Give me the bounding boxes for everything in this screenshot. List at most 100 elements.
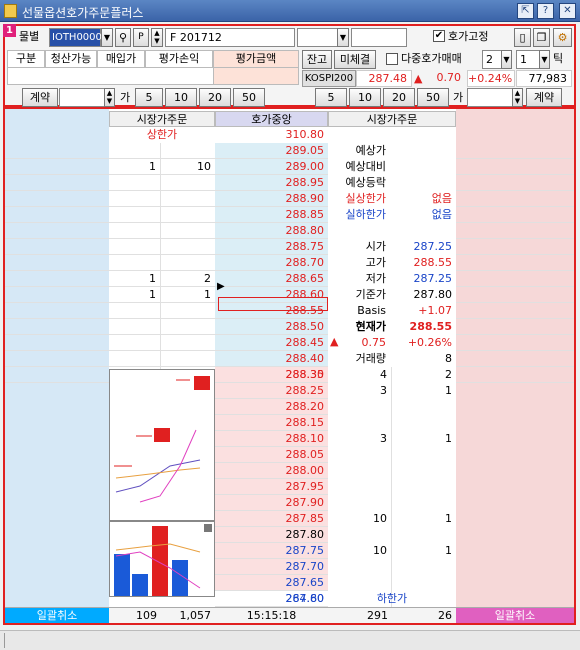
ask-price[interactable]: 289.05 xyxy=(215,143,328,159)
bid-price[interactable]: 287.90 xyxy=(215,495,328,511)
ask-left-qty[interactable] xyxy=(109,303,161,319)
bid-right-qty[interactable] xyxy=(328,527,392,543)
qty-a-dropdown-icon[interactable]: ▼ xyxy=(501,50,512,69)
multi-order-checkbox[interactable] xyxy=(386,53,398,65)
right-qty-10-button[interactable]: 10 xyxy=(349,88,381,107)
bid-right-qty[interactable] xyxy=(328,399,392,415)
left-contract-button[interactable]: 계약 xyxy=(22,88,58,107)
ask-left-count[interactable]: 10 xyxy=(161,159,215,175)
right-qty-20-button[interactable]: 20 xyxy=(383,88,415,107)
right-contract-button[interactable]: 계약 xyxy=(526,88,562,107)
ask-left-qty[interactable] xyxy=(109,207,161,223)
bid-right-qty[interactable] xyxy=(328,479,392,495)
bid-right-count[interactable] xyxy=(392,463,456,479)
account-dropdown-icon[interactable]: ▼ xyxy=(101,28,113,47)
bid-price[interactable]: 287.85 xyxy=(215,511,328,527)
bid-right-count[interactable] xyxy=(392,575,456,591)
bid-right-qty[interactable] xyxy=(328,575,392,591)
bid-right-count[interactable]: 1 xyxy=(392,511,456,527)
ask-price[interactable]: 288.45 xyxy=(215,335,328,351)
bid-right-qty[interactable] xyxy=(328,495,392,511)
pin-button[interactable]: ⇱ xyxy=(517,3,534,19)
left-qty-spin-icon[interactable]: ▲ ▼ xyxy=(104,88,115,107)
prev-symbol-icon[interactable]: P xyxy=(133,28,149,47)
bid-right-qty[interactable] xyxy=(328,463,392,479)
ask-left-qty[interactable]: 1 xyxy=(109,271,161,287)
quote-lock-checkbox[interactable]: ✔ xyxy=(433,30,445,42)
bid-right-count[interactable] xyxy=(392,447,456,463)
ask-left-qty[interactable] xyxy=(109,223,161,239)
bid-right-qty[interactable]: 4 xyxy=(328,367,392,383)
left-market-order-header[interactable]: 시장가주문 xyxy=(109,111,215,127)
ask-left-qty[interactable]: 1 xyxy=(109,159,161,175)
bid-price[interactable]: 288.15 xyxy=(215,415,328,431)
symbol-dropdown-icon[interactable]: ▼ xyxy=(337,28,349,47)
copy-icon[interactable]: ❐ xyxy=(533,28,550,47)
bid-price[interactable]: 288.00 xyxy=(215,463,328,479)
balance-button[interactable]: 잔고 xyxy=(302,50,332,69)
ask-price[interactable]: 288.75 xyxy=(215,239,328,255)
expand-chart-icon[interactable] xyxy=(204,524,212,532)
right-market-order-header[interactable]: 시장가주문 xyxy=(328,111,456,127)
ask-left-qty[interactable]: 1 xyxy=(109,287,161,303)
ask-left-count[interactable] xyxy=(161,191,215,207)
bid-price[interactable]: 288.05 xyxy=(215,447,328,463)
ask-price[interactable]: 288.95 xyxy=(215,175,328,191)
bid-price[interactable]: 288.20 xyxy=(215,399,328,415)
right-qty-5-button[interactable]: 5 xyxy=(315,88,347,107)
account-input[interactable]: IOTH0000 xyxy=(49,28,102,47)
bid-price[interactable]: 287.65 xyxy=(215,575,328,591)
bid-price[interactable]: 288.25 xyxy=(215,383,328,399)
ask-left-count[interactable] xyxy=(161,255,215,271)
ask-left-qty[interactable] xyxy=(109,175,161,191)
ask-price[interactable]: 288.80 xyxy=(215,223,328,239)
bid-right-count[interactable] xyxy=(392,527,456,543)
bid-price[interactable]: 287.70 xyxy=(215,559,328,575)
close-button[interactable]: ✕ xyxy=(559,3,576,19)
ask-price[interactable]: 288.50 xyxy=(215,319,328,335)
bid-right-count[interactable] xyxy=(392,399,456,415)
bid-price[interactable]: 288.10 xyxy=(215,431,328,447)
ask-left-qty[interactable] xyxy=(109,351,161,367)
ask-left-qty[interactable] xyxy=(109,191,161,207)
bid-right-qty[interactable]: 3 xyxy=(328,431,392,447)
bid-price[interactable]: 287.95 xyxy=(215,479,328,495)
left-qty-5-button[interactable]: 5 xyxy=(135,88,163,107)
bid-right-qty[interactable] xyxy=(328,559,392,575)
unfilled-button[interactable]: 미체결 xyxy=(334,50,376,69)
symbol-spin-icon[interactable]: ▲ ▼ xyxy=(151,28,163,47)
ask-left-count[interactable] xyxy=(161,239,215,255)
ask-price[interactable]: 288.40 xyxy=(215,351,328,367)
ask-price[interactable]: 288.70 xyxy=(215,255,328,271)
bid-right-count[interactable] xyxy=(392,415,456,431)
bid-right-qty[interactable] xyxy=(328,447,392,463)
extra-field[interactable] xyxy=(351,28,407,47)
right-qty-spin-icon[interactable]: ▲ ▼ xyxy=(512,88,523,107)
ask-price[interactable]: 288.65 xyxy=(215,271,328,287)
bid-right-count[interactable]: 1 xyxy=(392,543,456,559)
ask-left-qty[interactable] xyxy=(109,335,161,351)
left-qty-50-button[interactable]: 50 xyxy=(233,88,265,107)
window-layout-icon[interactable]: ▯ xyxy=(514,28,531,47)
ask-left-count[interactable] xyxy=(161,319,215,335)
ask-left-count[interactable]: 2 xyxy=(161,271,215,287)
left-qty-20-button[interactable]: 20 xyxy=(199,88,231,107)
bid-right-qty[interactable]: 10 xyxy=(328,511,392,527)
right-cancel-all-button[interactable]: 일괄취소 xyxy=(456,608,574,623)
ask-price[interactable]: 289.00 xyxy=(215,159,328,175)
center-quote-header[interactable]: 호가중앙 xyxy=(215,111,328,127)
left-qty-10-button[interactable]: 10 xyxy=(165,88,197,107)
bid-right-count[interactable] xyxy=(392,495,456,511)
bid-right-count[interactable]: 2 xyxy=(392,367,456,383)
bid-right-count[interactable] xyxy=(392,559,456,575)
bid-price[interactable]: 288.30 xyxy=(215,367,328,383)
settings-gear-icon[interactable]: ⚙ xyxy=(553,28,572,47)
bid-right-count[interactable]: 1 xyxy=(392,383,456,399)
qty-b-dropdown-icon[interactable]: ▼ xyxy=(539,50,550,69)
ask-left-count[interactable]: 1 xyxy=(161,287,215,303)
ask-left-count[interactable] xyxy=(161,207,215,223)
bid-price[interactable]: 287.75 xyxy=(215,543,328,559)
ask-left-count[interactable] xyxy=(161,351,215,367)
ask-left-count[interactable] xyxy=(161,175,215,191)
ask-left-qty[interactable] xyxy=(109,255,161,271)
